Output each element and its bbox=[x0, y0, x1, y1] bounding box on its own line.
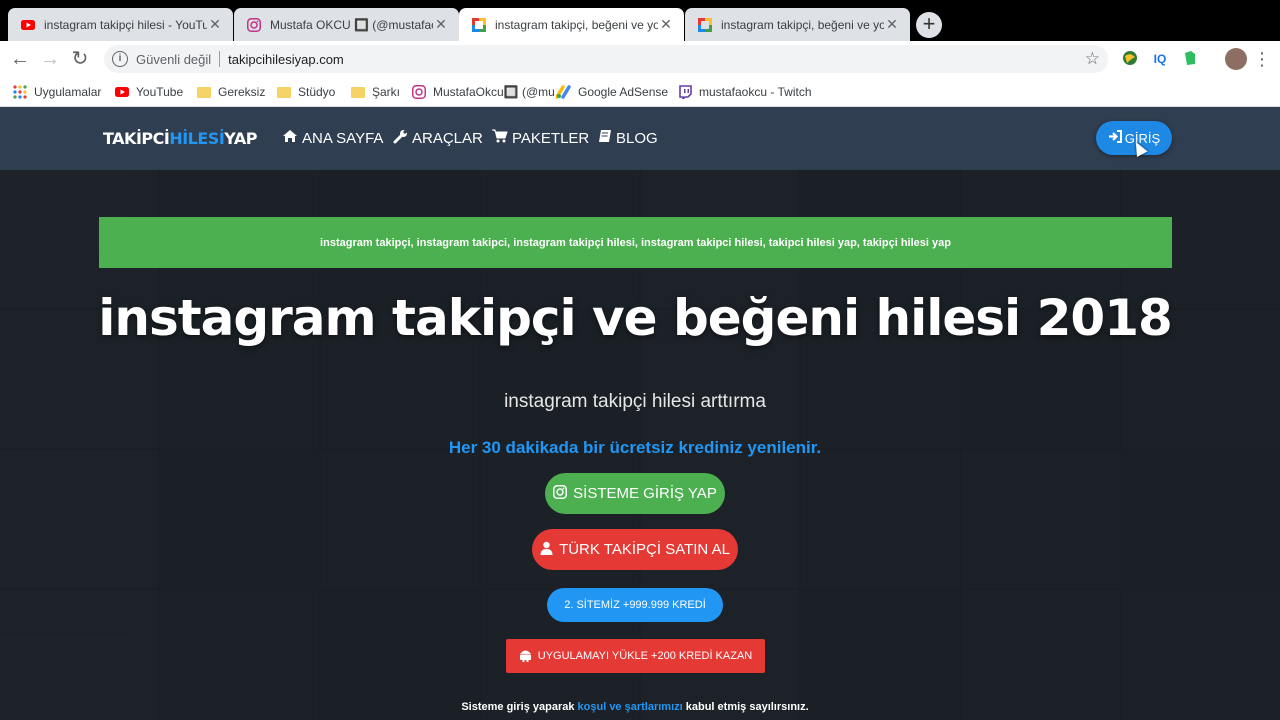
apps-grid-icon bbox=[12, 84, 28, 100]
nav-packages[interactable]: PAKETLER bbox=[492, 129, 589, 147]
install-app-button[interactable]: UYGULAMAYI YÜKLE +200 KREDİ KAZAN bbox=[506, 639, 765, 673]
adsense-icon bbox=[556, 84, 572, 100]
browser-toolbar: ← → ↻ i Güvenli değil takipcihilesiyap.c… bbox=[0, 41, 1280, 77]
terms-link[interactable]: koşul ve şartlarımızı bbox=[578, 701, 683, 713]
extension-iq-icon[interactable]: IQ bbox=[1151, 50, 1169, 68]
new-tab-button[interactable]: + bbox=[916, 12, 942, 38]
menu-kebab-icon[interactable]: ⋮ bbox=[1250, 47, 1274, 71]
instagram-icon bbox=[411, 84, 427, 100]
bookmark-instagram[interactable]: MustafaOkcu🔲 (@mu bbox=[411, 83, 555, 101]
android-icon bbox=[519, 648, 532, 665]
nav-blog[interactable]: BLOG bbox=[598, 129, 658, 147]
book-icon bbox=[598, 129, 612, 147]
instagram-icon bbox=[246, 17, 262, 33]
close-icon[interactable]: ✕ bbox=[884, 16, 900, 33]
site-logo[interactable]: TAKİPCİHİLESİYAP bbox=[103, 129, 257, 148]
tab-youtube[interactable]: instagram takipçi hilesi - YouTub ✕ bbox=[8, 8, 233, 41]
credit-notice: Her 30 dakikada bir ücretsiz krediniz ye… bbox=[448, 438, 822, 457]
bookmark-star-icon[interactable]: ☆ bbox=[1085, 49, 1100, 69]
tab-title: instagram takipçi, beğeni ve yoru bbox=[721, 17, 884, 32]
forward-arrow-icon[interactable]: → bbox=[38, 47, 62, 71]
bookmark-youtube[interactable]: YouTube bbox=[114, 83, 183, 101]
button-label: UYGULAMAYI YÜKLE +200 KREDİ KAZAN bbox=[537, 650, 753, 662]
bookmark-studyo[interactable]: Stüdyo bbox=[276, 83, 335, 101]
bookmark-gereksiz[interactable]: Gereksiz bbox=[196, 83, 265, 101]
nav-home[interactable]: ANA SAYFA bbox=[282, 129, 383, 147]
tab-site-duplicate[interactable]: instagram takipçi, beğeni ve yoru ✕ bbox=[685, 8, 910, 41]
page-subtitle: instagram takipçi hilesi arttırma bbox=[504, 391, 766, 412]
home-icon bbox=[282, 129, 298, 147]
bookmark-label: Stüdyo bbox=[298, 85, 336, 99]
second-site-button[interactable]: 2. SİTEMİZ +999.999 KREDİ bbox=[547, 588, 723, 622]
tab-title: instagram takipçi, beğeni ve yoru bbox=[495, 17, 658, 32]
nav-label: PAKETLER bbox=[512, 129, 590, 147]
tab-active-site[interactable]: instagram takipçi, beğeni ve yoru ✕ bbox=[459, 8, 684, 41]
twitch-icon bbox=[677, 84, 693, 100]
nav-label: ANA SAYFA bbox=[302, 129, 384, 147]
folder-icon bbox=[350, 84, 366, 100]
nav-label: BLOG bbox=[616, 129, 658, 147]
close-icon[interactable]: ✕ bbox=[658, 16, 674, 33]
youtube-icon bbox=[114, 84, 130, 100]
youtube-icon bbox=[20, 17, 36, 33]
bookmark-label: MustafaOkcu🔲 (@mu bbox=[433, 85, 555, 99]
folder-icon bbox=[276, 84, 292, 100]
bookmark-label: Google AdSense bbox=[578, 85, 669, 99]
site-icon bbox=[471, 17, 487, 33]
wrench-icon bbox=[393, 129, 408, 148]
site-icon bbox=[697, 17, 713, 33]
tab-strip: instagram takipçi hilesi - YouTub ✕ Must… bbox=[0, 0, 1280, 41]
bookmark-label: Şarkı bbox=[372, 85, 401, 99]
web-page: TAKİPCİHİLESİYAP ANA SAYFA ARAÇLAR PAKET… bbox=[0, 107, 1280, 720]
bookmarks-bar: Uygulamalar YouTube Gereksiz Stüdyo Şark… bbox=[0, 77, 1280, 107]
terms-notice: Sisteme giriş yaparak koşul ve şartlarım… bbox=[0, 701, 1270, 713]
sign-in-icon bbox=[1108, 130, 1122, 146]
system-login-button[interactable]: SİSTEME GİRİŞ YAP bbox=[545, 473, 725, 514]
cart-icon bbox=[492, 129, 508, 147]
tab-title: instagram takipçi hilesi - YouTub bbox=[44, 17, 207, 32]
user-icon bbox=[540, 541, 553, 559]
nav-tools[interactable]: ARAÇLAR bbox=[393, 129, 483, 148]
logo-part-2: HİLESİ bbox=[169, 129, 225, 148]
buy-followers-button[interactable]: TÜRK TAKİPÇİ SATIN AL bbox=[532, 529, 738, 570]
page-title: instagram takipçi ve beğeni hilesi 2018 bbox=[98, 289, 1173, 347]
bookmark-apps[interactable]: Uygulamalar bbox=[12, 83, 101, 101]
bookmark-adsense[interactable]: Google AdSense bbox=[556, 83, 668, 101]
bookmark-label: Uygulamalar bbox=[34, 85, 102, 99]
bookmark-label: Gereksiz bbox=[218, 85, 266, 99]
button-label: SİSTEME GİRİŞ YAP bbox=[573, 485, 717, 502]
folder-icon bbox=[196, 84, 212, 100]
tab-title: Mustafa OKCU 🔲 (@mustafaokcu bbox=[270, 17, 433, 32]
logo-part-3: YAP bbox=[224, 129, 257, 148]
extension-globe-icon[interactable] bbox=[1121, 50, 1139, 68]
bookmark-twitch[interactable]: mustafaokcu - Twitch bbox=[677, 83, 812, 101]
info-icon[interactable]: i bbox=[112, 51, 128, 67]
instagram-icon bbox=[553, 484, 568, 503]
address-bar[interactable]: i Güvenli değil takipcihilesiyap.com ☆ bbox=[104, 45, 1108, 73]
button-label: 2. SİTEMİZ +999.999 KREDİ bbox=[564, 599, 706, 611]
bookmark-label: mustafaokcu - Twitch bbox=[699, 85, 812, 99]
omnibox-divider bbox=[219, 51, 221, 67]
button-label: TÜRK TAKİPÇİ SATIN AL bbox=[559, 541, 730, 558]
nav-label: ARAÇLAR bbox=[412, 130, 483, 147]
terms-text-before: Sisteme giriş yaparak bbox=[461, 701, 578, 713]
avatar[interactable] bbox=[1225, 48, 1247, 70]
security-label: Güvenli değil bbox=[136, 51, 212, 67]
logo-part-1: TAKİPCİ bbox=[103, 129, 170, 148]
terms-text-after: kabul etmiş sayılırsınız. bbox=[682, 701, 809, 713]
bookmark-label: YouTube bbox=[136, 85, 184, 99]
tab-instagram[interactable]: Mustafa OKCU 🔲 (@mustafaokcu ✕ bbox=[234, 8, 459, 41]
site-navbar: TAKİPCİHİLESİYAP ANA SAYFA ARAÇLAR PAKET… bbox=[0, 107, 1280, 170]
extension-evernote-icon[interactable] bbox=[1181, 50, 1199, 68]
close-icon[interactable]: ✕ bbox=[207, 16, 223, 33]
url-text[interactable]: takipcihilesiyap.com bbox=[228, 52, 344, 67]
close-icon[interactable]: ✕ bbox=[433, 16, 449, 33]
back-arrow-icon[interactable]: ← bbox=[8, 47, 32, 71]
keywords-banner: instagram takipçi, instagram takipci, in… bbox=[99, 217, 1172, 268]
reload-icon[interactable]: ↻ bbox=[68, 47, 92, 71]
bookmark-sarki[interactable]: Şarkı bbox=[350, 83, 400, 101]
